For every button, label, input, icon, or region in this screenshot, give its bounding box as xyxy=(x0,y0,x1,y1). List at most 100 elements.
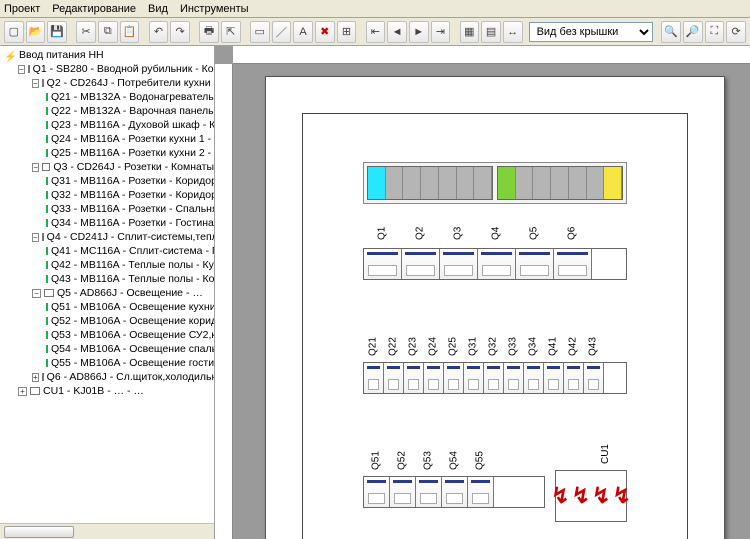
select-tool[interactable]: ▭ xyxy=(250,21,270,43)
collapse-icon[interactable]: − xyxy=(32,233,39,242)
tree-item[interactable]: Q41 - MC116A - Сплит-система - Го… xyxy=(46,244,214,258)
drawing-canvas[interactable]: Q1Q2Q3Q4Q5Q6 Q21Q22Q23Q24Q25Q31Q32Q33Q34… xyxy=(215,46,750,539)
collapse-icon[interactable]: − xyxy=(18,65,25,74)
tree-item[interactable]: Q23 - MB116A - Духовой шкаф - Ку… xyxy=(46,118,214,132)
project-tree[interactable]: ⚡ Ввод питания НН − Q1 - SB280 - Вводной… xyxy=(0,46,214,523)
tree-label: Q21 - MB132A - Водонагреватель - … xyxy=(51,90,214,104)
tree-item[interactable]: Q52 - MB106A - Освещение коридо… xyxy=(46,314,214,328)
expand-icon[interactable]: + xyxy=(32,373,39,382)
tree-root[interactable]: ⚡ Ввод питания НН xyxy=(4,48,214,62)
tree-pane: ⚡ Ввод питания НН − Q1 - SB280 - Вводной… xyxy=(0,46,215,539)
redo-button[interactable]: ↷ xyxy=(170,21,190,43)
tree-item-q6[interactable]: + Q6 - AD866J - Сл.щиток,холодильник - … xyxy=(32,370,214,384)
tree-item-q5[interactable]: − Q5 - AD866J - Освещение - … xyxy=(32,286,214,300)
tree-item-q2[interactable]: − Q2 - CD264J - Потребители кухни - Кух… xyxy=(32,76,214,90)
tree-item[interactable]: Q32 - MB116A - Розетки - Коридор xyxy=(46,188,214,202)
tree-item[interactable]: Q21 - MB132A - Водонагреватель - … xyxy=(46,90,214,104)
tree-item[interactable]: Q33 - MB116A - Розетки - Спальня… xyxy=(46,202,214,216)
menu-tools[interactable]: Инструменты xyxy=(180,3,249,15)
breaker-q43 xyxy=(584,363,604,393)
breaker-label: Q33 xyxy=(503,334,523,360)
menu-view[interactable]: Вид xyxy=(148,3,168,15)
tree-item-q3[interactable]: − Q3 - CD264J - Розетки - Комнаты xyxy=(32,160,214,174)
symbol-tool[interactable]: ✖ xyxy=(315,21,335,43)
save-button[interactable]: 💾 xyxy=(47,21,67,43)
menu-edit[interactable]: Редактирование xyxy=(52,3,136,15)
tree-hscrollbar[interactable] xyxy=(0,523,214,539)
text-tool[interactable]: A xyxy=(293,21,313,43)
breaker-q53 xyxy=(416,477,442,507)
breaker-q32 xyxy=(484,363,504,393)
breaker-q22 xyxy=(384,363,404,393)
tree-item[interactable]: Q25 - MB116A - Розетки кухни 2 - К… xyxy=(46,146,214,160)
ruler-vertical xyxy=(215,64,233,539)
device-icon xyxy=(30,387,40,395)
tree-item[interactable]: Q24 - MB116A - Розетки кухни 1 - К… xyxy=(46,132,214,146)
breaker-label: Q53 xyxy=(415,448,441,474)
layout-button[interactable]: ▦ xyxy=(460,21,480,43)
tree-root-label: Ввод питания НН xyxy=(19,48,104,62)
expand-icon[interactable]: + xyxy=(18,387,27,396)
tree-item[interactable]: Q31 - MB116A - Розетки - Коридор xyxy=(46,174,214,188)
tree-item[interactable]: Q22 - MB132A - Варочная панель - … xyxy=(46,104,214,118)
breaker-label: Q55 xyxy=(467,448,493,474)
tree-item[interactable]: Q53 - MB106A - Освещение СУ2,кл… xyxy=(46,328,214,342)
open-button[interactable]: 📂 xyxy=(26,21,46,43)
zoom-fit-button[interactable]: ⛶ xyxy=(705,21,725,43)
tree-item[interactable]: Q55 - MB106A - Освещение гостин… xyxy=(46,356,214,370)
breaker-q41 xyxy=(544,363,564,393)
copy-button[interactable]: ⧉ xyxy=(98,21,118,43)
tree-item[interactable]: Q42 - MB116A - Теплые полы - Кух… xyxy=(46,258,214,272)
terminal-block-neutral xyxy=(367,166,493,200)
refresh-button[interactable]: ⟳ xyxy=(726,21,746,43)
nav-first-button[interactable]: ⇤ xyxy=(366,21,386,43)
device-icon xyxy=(46,331,48,339)
new-button[interactable]: ▢ xyxy=(4,21,24,43)
tree-item-q1[interactable]: − Q1 - SB280 - Вводной рубильник - Корид… xyxy=(18,62,214,76)
ruler-horizontal xyxy=(233,46,750,64)
collapse-icon[interactable]: − xyxy=(32,163,39,172)
tree-label: Q3 - CD264J - Розетки - Комнаты xyxy=(53,160,214,174)
device-icon xyxy=(46,205,48,213)
zoom-out-button[interactable]: 🔎 xyxy=(683,21,703,43)
collapse-icon[interactable]: − xyxy=(32,289,41,298)
nav-last-button[interactable]: ⇥ xyxy=(431,21,451,43)
breaker-q21 xyxy=(364,363,384,393)
breaker-q52 xyxy=(390,477,416,507)
undo-button[interactable]: ↶ xyxy=(149,21,169,43)
breaker-label: Q21 xyxy=(363,334,383,360)
dimension-button[interactable]: ↔ xyxy=(503,21,523,43)
view-mode-select[interactable]: Вид без крышки xyxy=(529,22,654,42)
breaker-label: Q24 xyxy=(423,334,443,360)
tree-item-cu1[interactable]: + CU1 - KJ01B - … - … xyxy=(18,384,214,398)
collapse-icon[interactable]: − xyxy=(32,79,39,88)
tree-label: Q51 - MB106A - Освещение кухни … xyxy=(51,300,214,314)
print-button[interactable]: 🖶 xyxy=(199,21,219,43)
tree-label: Q52 - MB106A - Освещение коридо… xyxy=(51,314,214,328)
nav-prev-button[interactable]: ◄ xyxy=(387,21,407,43)
menu-project[interactable]: Проект xyxy=(4,3,40,15)
tree-label: Q5 - AD866J - Освещение - … xyxy=(57,286,203,300)
tree-item[interactable]: Q54 - MB106A - Освещение спальн… xyxy=(46,342,214,356)
table-tool[interactable]: ⊞ xyxy=(337,21,357,43)
device-icon xyxy=(42,233,44,241)
tree-item[interactable]: Q51 - MB106A - Освещение кухни … xyxy=(46,300,214,314)
nav-next-button[interactable]: ► xyxy=(409,21,429,43)
zoom-in-button[interactable]: 🔍 xyxy=(661,21,681,43)
device-icon xyxy=(46,275,48,283)
grid-button[interactable]: ▤ xyxy=(481,21,501,43)
cut-button[interactable]: ✂ xyxy=(76,21,96,43)
tree-item-q4[interactable]: − Q4 - CD241J - Сплит-системы,теплые … xyxy=(32,230,214,244)
paste-button[interactable]: 📋 xyxy=(120,21,140,43)
tree-label: Q1 - SB280 - Вводной рубильник - Коридо… xyxy=(33,62,214,76)
tree-label: Q41 - MC116A - Сплит-система - Го… xyxy=(51,244,214,258)
breaker-q5 xyxy=(516,249,554,279)
tree-item[interactable]: Q34 - MB116A - Розетки - Гостина… xyxy=(46,216,214,230)
line-tool[interactable]: ／ xyxy=(272,21,292,43)
export-button[interactable]: ⇱ xyxy=(221,21,241,43)
tree-item[interactable]: Q43 - MB116A - Теплые полы - Кор… xyxy=(46,272,214,286)
tree-label: Q22 - MB132A - Варочная панель - … xyxy=(51,104,214,118)
breaker-label: Q2 xyxy=(401,220,439,246)
breaker-q4 xyxy=(478,249,516,279)
toolbar: ▢ 📂 💾 ✂ ⧉ 📋 ↶ ↷ 🖶 ⇱ ▭ ／ A ✖ ⊞ ⇤ ◄ ► ⇥ ▦ … xyxy=(0,18,750,46)
